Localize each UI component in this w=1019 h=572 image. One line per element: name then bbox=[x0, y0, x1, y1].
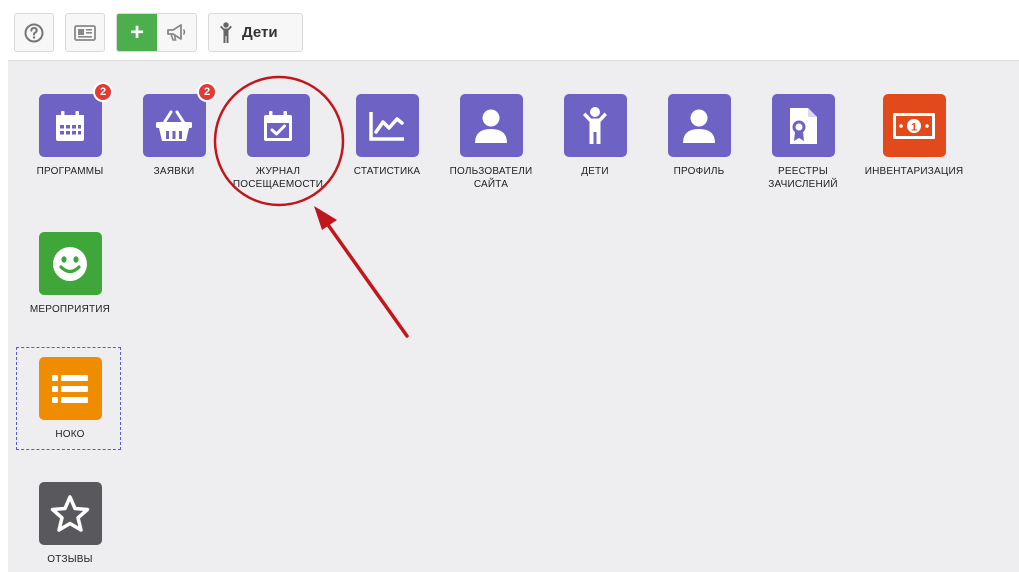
tile-programs-icon-box bbox=[38, 94, 102, 157]
tile-noko-icon-box bbox=[38, 357, 102, 420]
tile-label: МЕРОПРИЯТИЯ bbox=[29, 304, 111, 315]
child-icon bbox=[583, 106, 607, 144]
tile-inventory[interactable]: 1 ИНВЕНТАРИЗАЦИЯ bbox=[859, 94, 969, 178]
toolbar: + Дети bbox=[0, 0, 1019, 60]
tile-label: ДЕТИ bbox=[581, 166, 609, 177]
banknote-icon: 1 bbox=[893, 112, 935, 139]
tile-attendance-icon-box bbox=[246, 94, 310, 157]
megaphone-button[interactable] bbox=[157, 14, 196, 51]
tile-profile[interactable]: ПРОФИЛЬ bbox=[644, 94, 754, 178]
tile-label: РЕЕСТРЫ ЗАЧИСЛЕНИЙ bbox=[768, 166, 838, 190]
tile-children-icon-box bbox=[563, 94, 627, 157]
tile-label: ЖУРНАЛ ПОСЕЩАЕМОСТИ bbox=[232, 166, 324, 190]
tile-requests[interactable]: 2 ЗАЯВКИ bbox=[119, 82, 229, 178]
tile-requests-icon-box bbox=[142, 94, 206, 157]
calendar-icon bbox=[56, 110, 84, 141]
page: + Дети 2 ПРОГРАММЫ 2 ЗАЯВКИ ЖУРНАЛ ПОСЕЩ… bbox=[0, 0, 1019, 572]
tile-site-users-icon-box bbox=[459, 94, 523, 157]
tile-label: ОТЗЫВЫ bbox=[47, 554, 93, 565]
tile-label: ЗАЯВКИ bbox=[153, 166, 195, 177]
help-button[interactable] bbox=[14, 13, 54, 52]
basket-icon bbox=[156, 110, 192, 141]
id-card-icon bbox=[74, 24, 96, 41]
star-icon bbox=[50, 494, 90, 532]
question-circle-icon bbox=[24, 23, 44, 42]
add-button[interactable]: + bbox=[117, 14, 157, 51]
user-icon bbox=[683, 109, 715, 143]
tile-statistics[interactable]: СТАТИСТИКА bbox=[332, 94, 442, 178]
tile-reviews-icon-box bbox=[38, 482, 102, 545]
kids-label: Дети bbox=[242, 24, 278, 41]
smile-icon bbox=[53, 246, 87, 281]
tile-label: СТАТИСТИКА bbox=[353, 166, 421, 177]
tile-label: ПРОФИЛЬ bbox=[673, 166, 725, 177]
tile-inventory-icon-box: 1 bbox=[882, 94, 946, 157]
svg-text:1: 1 bbox=[911, 121, 917, 133]
tile-reviews[interactable]: ОТЗЫВЫ bbox=[15, 482, 125, 566]
tile-programs[interactable]: 2 ПРОГРАММЫ bbox=[15, 82, 125, 178]
notification-badge: 2 bbox=[93, 82, 113, 102]
chart-line-icon bbox=[369, 111, 404, 141]
tile-attendance-journal[interactable]: ЖУРНАЛ ПОСЕЩАЕМОСТИ bbox=[223, 94, 333, 191]
certificate-icon bbox=[790, 107, 817, 144]
tile-children[interactable]: ДЕТИ bbox=[540, 94, 650, 178]
kids-button[interactable]: Дети bbox=[208, 13, 303, 52]
tile-label: НОКО bbox=[55, 429, 85, 440]
user-icon bbox=[475, 109, 507, 143]
tile-events[interactable]: МЕРОПРИЯТИЯ bbox=[15, 232, 125, 316]
notification-badge: 2 bbox=[197, 82, 217, 102]
tile-enrollment-registries[interactable]: РЕЕСТРЫ ЗАЧИСЛЕНИЙ bbox=[748, 94, 858, 191]
megaphone-icon bbox=[167, 23, 186, 41]
card-button[interactable] bbox=[65, 13, 105, 52]
tile-label: ПРОГРАММЫ bbox=[36, 166, 104, 177]
tile-site-users[interactable]: ПОЛЬЗОВАТЕЛИ САЙТА bbox=[436, 94, 546, 191]
tile-registries-icon-box bbox=[771, 94, 835, 157]
tile-profile-icon-box bbox=[667, 94, 731, 157]
tile-statistics-icon-box bbox=[355, 94, 419, 157]
child-icon bbox=[220, 21, 232, 43]
tile-noko[interactable]: НОКО bbox=[15, 357, 125, 441]
tile-events-icon-box bbox=[38, 232, 102, 295]
list-icon bbox=[52, 374, 88, 403]
add-group: + bbox=[116, 13, 197, 52]
calendar-check-icon bbox=[264, 110, 292, 141]
tile-label: ПОЛЬЗОВАТЕЛИ САЙТА bbox=[449, 166, 533, 190]
tile-label: ИНВЕНТАРИЗАЦИЯ bbox=[864, 166, 964, 177]
dashboard-area: 2 ПРОГРАММЫ 2 ЗАЯВКИ ЖУРНАЛ ПОСЕЩАЕМОСТИ… bbox=[8, 60, 1019, 572]
